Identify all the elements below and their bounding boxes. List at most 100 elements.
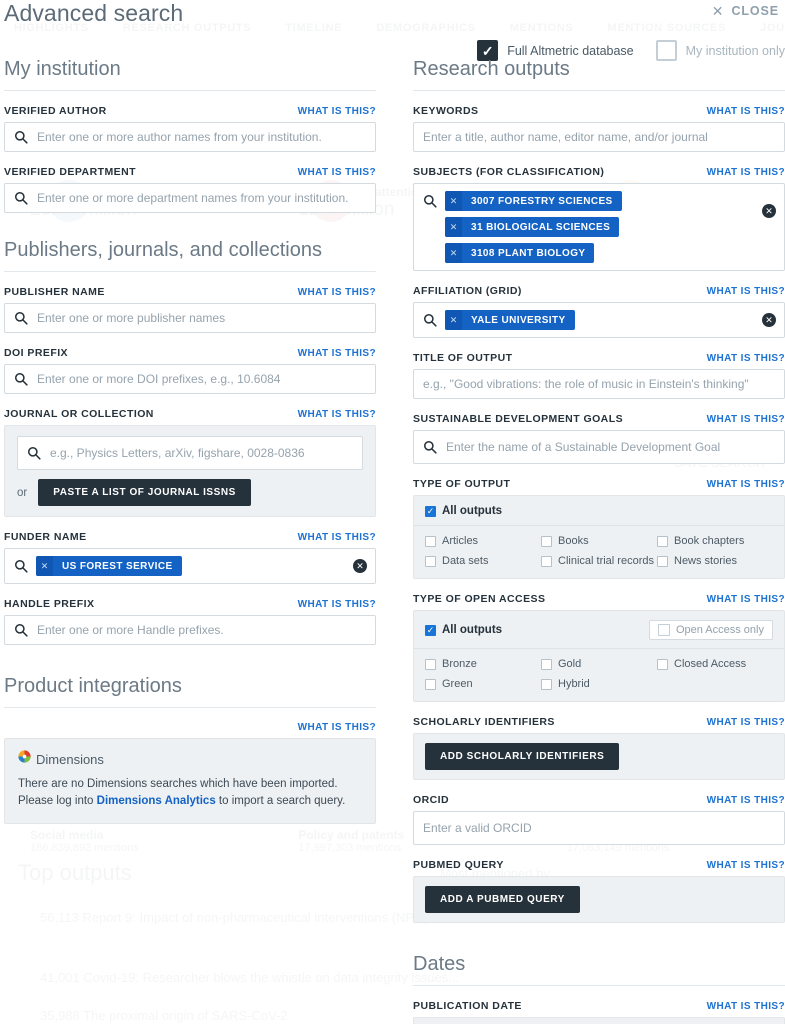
tag-remove-icon[interactable]: ✕ [445,310,462,330]
open-access-options: Bronze Gold Closed Access Green [414,649,784,701]
type-of-output-option-clinical-trial-records[interactable]: Clinical trial records [541,555,657,567]
scope-my-institution-only-label: My institution only [686,44,785,58]
pubmed-query-panel: ADD A PUBMED QUERY [413,876,785,923]
tag-remove-icon[interactable]: ✕ [445,243,462,263]
verified-department-label: VERIFIED DEPARTMENT [4,166,136,178]
background-output-score: 35,988 [40,1008,80,1023]
background-output-score: 56,113 [40,910,79,925]
publisher-name-input[interactable]: Enter one or more publisher names [4,303,376,333]
open-access-option-bronze[interactable]: Bronze [425,658,541,670]
orcid-input[interactable]: Enter a valid ORCID [413,811,785,845]
title-of-output-input[interactable]: e.g., "Good vibrations: the role of musi… [413,369,785,399]
tag-remove-icon[interactable]: ✕ [445,217,462,237]
what-is-this-link[interactable]: WHAT IS THIS? [707,479,785,490]
what-is-this-link[interactable]: WHAT IS THIS? [298,532,376,543]
handle-prefix-input[interactable]: Enter one or more Handle prefixes. [4,615,376,645]
option-label: Articles [442,535,478,547]
type-of-output-option-data-sets[interactable]: Data sets [425,555,541,567]
keywords-placeholder: Enter a title, author name, editor name,… [423,130,708,144]
field-title-of-output: TITLE OF OUTPUT WHAT IS THIS? e.g., "Goo… [413,352,785,399]
tag-chip: ✕ 3108 PLANT BIOLOGY [445,243,594,263]
type-of-output-option-articles[interactable]: Articles [425,535,541,547]
what-is-this-link[interactable]: WHAT IS THIS? [298,287,376,298]
type-of-open-access-group: All outputs Open Access only Bronze Gold [413,610,785,702]
open-access-all-label: All outputs [442,624,502,636]
verified-department-input[interactable]: Enter one or more department names from … [4,183,376,213]
what-is-this-link[interactable]: WHAT IS THIS? [298,167,376,178]
dimensions-notice-panel: Dimensions There are no Dimensions searc… [4,738,376,824]
background-top-outputs-title: Top outputs [18,860,132,886]
field-publication-date: PUBLICATION DATE WHAT IS THIS? From dd/m… [413,1000,785,1024]
title-of-output-placeholder: e.g., "Good vibrations: the role of musi… [423,377,749,391]
title-of-output-label: TITLE OF OUTPUT [413,352,513,364]
what-is-this-link[interactable]: WHAT IS THIS? [707,106,785,117]
type-of-output-label: TYPE OF OUTPUT [413,478,510,490]
clear-all-icon[interactable]: ✕ [762,313,776,327]
background-source-value: 186,839,892 mentions [30,842,238,854]
what-is-this-link[interactable]: WHAT IS THIS? [707,414,785,425]
scope-full-database-label: Full Altmetric database [507,44,633,58]
affiliation-tags: ✕ YALE UNIVERSITY [445,310,775,330]
type-of-output-option-books[interactable]: Books [541,535,657,547]
what-is-this-link[interactable]: WHAT IS THIS? [298,348,376,359]
dimensions-analytics-link[interactable]: Dimensions Analytics [97,795,216,807]
open-access-option-closed-access[interactable]: Closed Access [657,658,773,670]
what-is-this-link[interactable]: WHAT IS THIS? [707,1001,785,1012]
what-is-this-link[interactable]: WHAT IS THIS? [298,722,376,733]
affiliation-input[interactable]: ✕ YALE UNIVERSITY ✕ [413,302,785,338]
what-is-this-link[interactable]: WHAT IS THIS? [707,717,785,728]
search-icon [423,313,437,327]
what-is-this-link[interactable]: WHAT IS THIS? [707,286,785,297]
funder-name-tags: ✕ US FOREST SERVICE [36,556,366,576]
clear-all-icon[interactable]: ✕ [762,204,776,218]
open-access-all-checkbox[interactable]: All outputs [425,624,502,636]
open-access-option-green[interactable]: Green [425,678,541,690]
what-is-this-link[interactable]: WHAT IS THIS? [298,409,376,420]
what-is-this-link[interactable]: WHAT IS THIS? [298,599,376,610]
funder-name-input[interactable]: ✕ US FOREST SERVICE ✕ [4,548,376,584]
checkbox-checked-icon [425,506,436,517]
background-tab: DEMOGRAPHICS [376,22,475,34]
dimensions-name: Dimensions [36,752,104,767]
type-of-output-option-news-stories[interactable]: News stories [657,555,773,567]
add-pubmed-query-button[interactable]: ADD A PUBMED QUERY [425,886,580,913]
open-access-option-gold[interactable]: Gold [541,658,657,670]
checkbox-unchecked-icon [425,556,436,567]
what-is-this-link[interactable]: WHAT IS THIS? [707,860,785,871]
add-scholarly-identifiers-button[interactable]: ADD SCHOLARLY IDENTIFIERS [425,743,619,770]
type-of-output-all-checkbox[interactable]: All outputs [425,505,502,517]
what-is-this-link[interactable]: WHAT IS THIS? [707,167,785,178]
checkbox-unchecked-icon [425,536,436,547]
option-label: Book chapters [674,535,744,547]
field-verified-department: VERIFIED DEPARTMENT WHAT IS THIS? Enter … [4,166,376,213]
type-of-output-option-book-chapters[interactable]: Book chapters [657,535,773,547]
open-access-only-toggle[interactable]: Open Access only [649,620,773,640]
tag-label: YALE UNIVERSITY [462,310,575,330]
field-type-of-open-access: TYPE OF OPEN ACCESS WHAT IS THIS? All ou… [413,593,785,702]
open-access-option-hybrid[interactable]: Hybrid [541,678,657,690]
journal-or-collection-input[interactable]: e.g., Physics Letters, arXiv, figshare, … [17,436,363,470]
affiliation-label: AFFILIATION (GRID) [413,285,522,297]
search-icon [14,130,28,144]
sdg-placeholder: Enter the name of a Sustainable Developm… [446,440,720,454]
doi-prefix-input[interactable]: Enter one or more DOI prefixes, e.g., 10… [4,364,376,394]
tag-remove-icon[interactable]: ✕ [36,556,53,576]
section-dates: Dates [413,953,785,986]
what-is-this-link[interactable]: WHAT IS THIS? [707,594,785,605]
what-is-this-link[interactable]: WHAT IS THIS? [707,353,785,364]
sdg-input[interactable]: Enter the name of a Sustainable Developm… [413,430,785,464]
close-button[interactable]: ✕ CLOSE [712,4,779,18]
subjects-input[interactable]: ✕ 3007 FORESTRY SCIENCES ✕ 31 BIOLOGICAL… [413,183,785,271]
option-label: Bronze [442,658,477,670]
tag-remove-icon[interactable]: ✕ [445,191,462,211]
checkbox-unchecked-icon [658,624,670,636]
background-tab: MENTIONS [510,22,574,34]
paste-issns-button[interactable]: PASTE A LIST OF JOURNAL ISSNS [38,479,251,506]
keywords-input[interactable]: Enter a title, author name, editor name,… [413,122,785,152]
what-is-this-link[interactable]: WHAT IS THIS? [298,106,376,117]
clear-all-icon[interactable]: ✕ [353,559,367,573]
page-title: Advanced search [4,0,183,27]
verified-author-input[interactable]: Enter one or more author names from your… [4,122,376,152]
verified-department-placeholder: Enter one or more department names from … [37,191,348,205]
what-is-this-link[interactable]: WHAT IS THIS? [707,795,785,806]
